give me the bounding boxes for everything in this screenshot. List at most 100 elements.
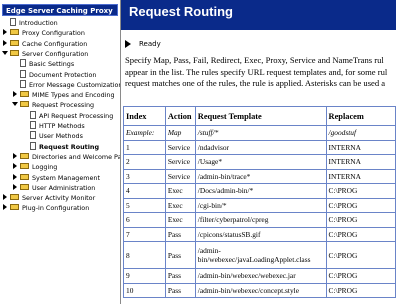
document-icon — [30, 141, 36, 150]
expanded-arrow-icon[interactable] — [2, 50, 8, 55]
collapsed-arrow-icon[interactable] — [13, 163, 17, 170]
cell-index: 2 — [123, 154, 166, 170]
cell-template: /admin-bin/webexec/concept.style — [194, 282, 327, 298]
table-row[interactable]: 3 Service/admin-bin/trace* INTERNA — [123, 168, 396, 184]
nav-item[interactable]: Introduction — [2, 18, 58, 28]
document-icon — [20, 59, 26, 68]
table-row[interactable]: 4 Exec/Docs/admin-bin/* C:\PROG — [123, 183, 396, 199]
nav-item-label: Logging — [32, 163, 58, 172]
folder-icon — [10, 194, 19, 201]
collapsed-arrow-icon[interactable] — [13, 91, 17, 98]
nav-item[interactable]: Server Configuration — [2, 49, 88, 59]
cell-index: 4 — [123, 183, 166, 199]
cell-index: 9 — [123, 268, 166, 284]
table-row[interactable]: 10 Pass/admin-bin/webexec/concept.style C:… — [123, 282, 396, 298]
folder-icon — [10, 29, 19, 36]
table-row[interactable]: 6 Exec/filter/cyberpatrol/cpreg C:\PROG — [123, 212, 396, 228]
nav-item-label: System Management — [32, 173, 100, 182]
header-replacement: Replacem — [325, 106, 396, 126]
document-icon — [20, 69, 26, 78]
nav-item[interactable]: Directories and Welcome Pages — [12, 152, 121, 162]
nav-item-label: Document Protection — [29, 70, 97, 79]
folder-icon — [20, 173, 29, 180]
table-row[interactable]: 5 Exec/cgi-bin/* C:\PROG — [123, 197, 396, 213]
cell-action: Pass — [164, 226, 196, 242]
nav-item-label: Proxy Configuration — [22, 29, 85, 38]
table-row[interactable]: 2 Service/Usage* INTERNA — [123, 154, 396, 170]
folder-icon — [10, 49, 19, 56]
table-row[interactable]: 9 Pass/admin-bin/webexec/webexec.jar C:\PR… — [123, 268, 396, 284]
cell-replacement: C:\PROG — [325, 212, 396, 228]
cell-template: /stuff/* — [194, 125, 327, 141]
folder-icon — [20, 101, 29, 108]
folder-icon — [20, 183, 29, 190]
cell-template: /Docs/admin-bin/* — [194, 183, 327, 199]
table-row[interactable]: 7 Pass/cpicons/statusSB.gif C:\PROG — [123, 226, 396, 242]
cell-index: 7 — [123, 226, 166, 242]
nav-item-label: Request Processing — [32, 101, 95, 110]
nav-item[interactable]: Basic Settings — [12, 59, 74, 69]
cell-index: 5 — [123, 197, 166, 213]
collapsed-arrow-icon[interactable] — [3, 204, 7, 211]
nav-item[interactable]: User Methods — [22, 131, 83, 141]
document-icon — [20, 79, 26, 88]
nav-item[interactable]: Plug-in Configuration — [2, 203, 89, 213]
cell-action: Pass — [164, 241, 196, 269]
nav-item[interactable]: Proxy Configuration — [2, 28, 85, 38]
status-text: Ready — [139, 40, 161, 48]
collapsed-arrow-icon[interactable] — [13, 173, 17, 180]
nav-item[interactable]: Document Protection — [12, 69, 97, 80]
nav-item[interactable]: API Request Processing — [22, 110, 114, 121]
nav-item-label: HTTP Methods — [39, 122, 85, 130]
folder-icon — [20, 152, 29, 159]
cell-replacement: C:\PROG — [325, 183, 396, 199]
document-icon — [30, 131, 36, 140]
nav-item-label: Basic Settings — [29, 60, 75, 69]
play-icon[interactable] — [125, 40, 131, 48]
nav-item[interactable]: Cache Configuration — [2, 39, 87, 49]
cell-template: /admin-bin/webexec/javaLoadingApplet.cla… — [194, 241, 327, 269]
cell-action: Exec — [164, 197, 196, 213]
example-row[interactable]: Example: Map/stuff/*/goodstuf — [123, 125, 396, 141]
cell-replacement: C:\PROG — [325, 282, 396, 298]
nav-item[interactable]: Request Routing — [22, 141, 100, 152]
table-row[interactable]: 8 Pass/admin-bin/webexec/javaLoadingApple… — [123, 241, 396, 269]
nav-item-label: User Methods — [39, 132, 83, 141]
nav-item[interactable]: Logging — [12, 162, 57, 172]
rules-table: Index Action Request Template Replacem E… — [123, 106, 396, 298]
nav-item[interactable]: System Management — [12, 173, 100, 183]
cell-index: 6 — [123, 212, 166, 228]
expanded-arrow-icon[interactable] — [12, 102, 18, 107]
table-row[interactable]: 1 Service/ndadvisor INTERNA — [123, 139, 396, 155]
cell-action: Service — [164, 139, 196, 155]
nav-item-label: Directories and Welcome Pages — [32, 152, 121, 161]
header-request-template: Request Template — [194, 106, 327, 126]
cell-template: /ndadvisor — [194, 139, 327, 155]
collapsed-arrow-icon[interactable] — [3, 29, 7, 36]
nav-item[interactable]: User Administration — [12, 183, 95, 193]
nav-item-label: User Administration — [32, 183, 96, 192]
title-banner: Request Routing — [121, 0, 396, 30]
nav-item[interactable]: HTTP Methods — [22, 121, 85, 131]
collapsed-arrow-icon[interactable] — [13, 183, 17, 190]
navigation-pane: Edge Server Caching Proxy Introduction Pr… — [0, 0, 121, 304]
nav-item-label: API Request Processing — [39, 111, 114, 120]
nav-item-label: Plug-in Configuration — [22, 204, 90, 213]
folder-icon — [10, 204, 19, 211]
nav-item[interactable]: Request Processing — [12, 100, 94, 110]
collapsed-arrow-icon[interactable] — [3, 39, 7, 46]
nav-item[interactable]: MIME Types and Encoding — [12, 90, 115, 100]
page-title: Request Routing — [129, 4, 233, 19]
nav-item[interactable]: Error Message Customization — [12, 79, 120, 90]
intro-line: request matches one of the rules, the ru… — [125, 78, 386, 88]
collapsed-arrow-icon[interactable] — [3, 194, 7, 201]
nav-item[interactable]: Server Activity Monitor — [2, 193, 95, 203]
collapsed-arrow-icon[interactable] — [13, 152, 17, 159]
table-header-row: Index Action Request Template Replacem — [123, 106, 396, 126]
nav-item-label: Request Routing — [39, 142, 100, 151]
